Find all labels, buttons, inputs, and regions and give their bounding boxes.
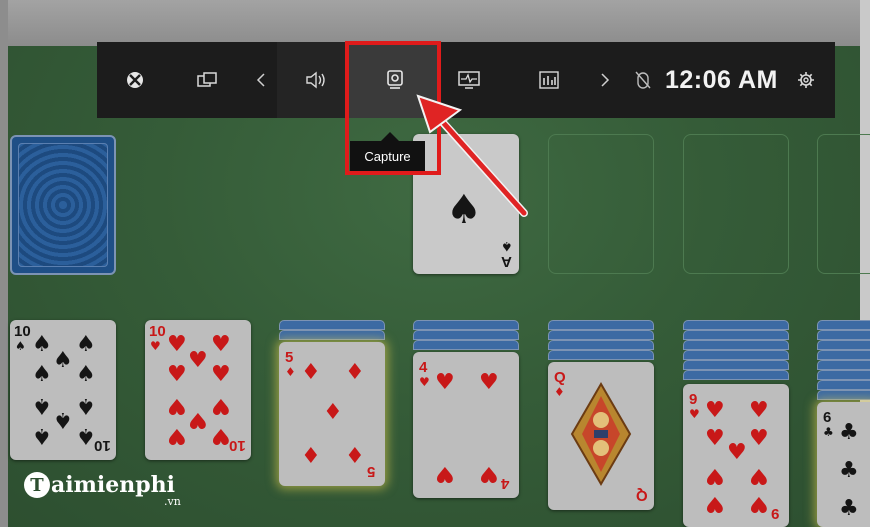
watermark-logo: T aimienphi .vn xyxy=(24,465,181,508)
pointer-arrow-icon xyxy=(416,94,528,217)
brand-name: aimienphi xyxy=(51,472,175,498)
brand-tld: .vn xyxy=(164,495,181,508)
screenshot: ♠ A ♠ 10 ♠ ♠ ♠ ♠ ♠ ♠ ♠ ♠ ♠ ♠ ♠ 10 10 ♥ ♥… xyxy=(0,0,870,527)
brand-logo-icon: T xyxy=(24,472,50,498)
